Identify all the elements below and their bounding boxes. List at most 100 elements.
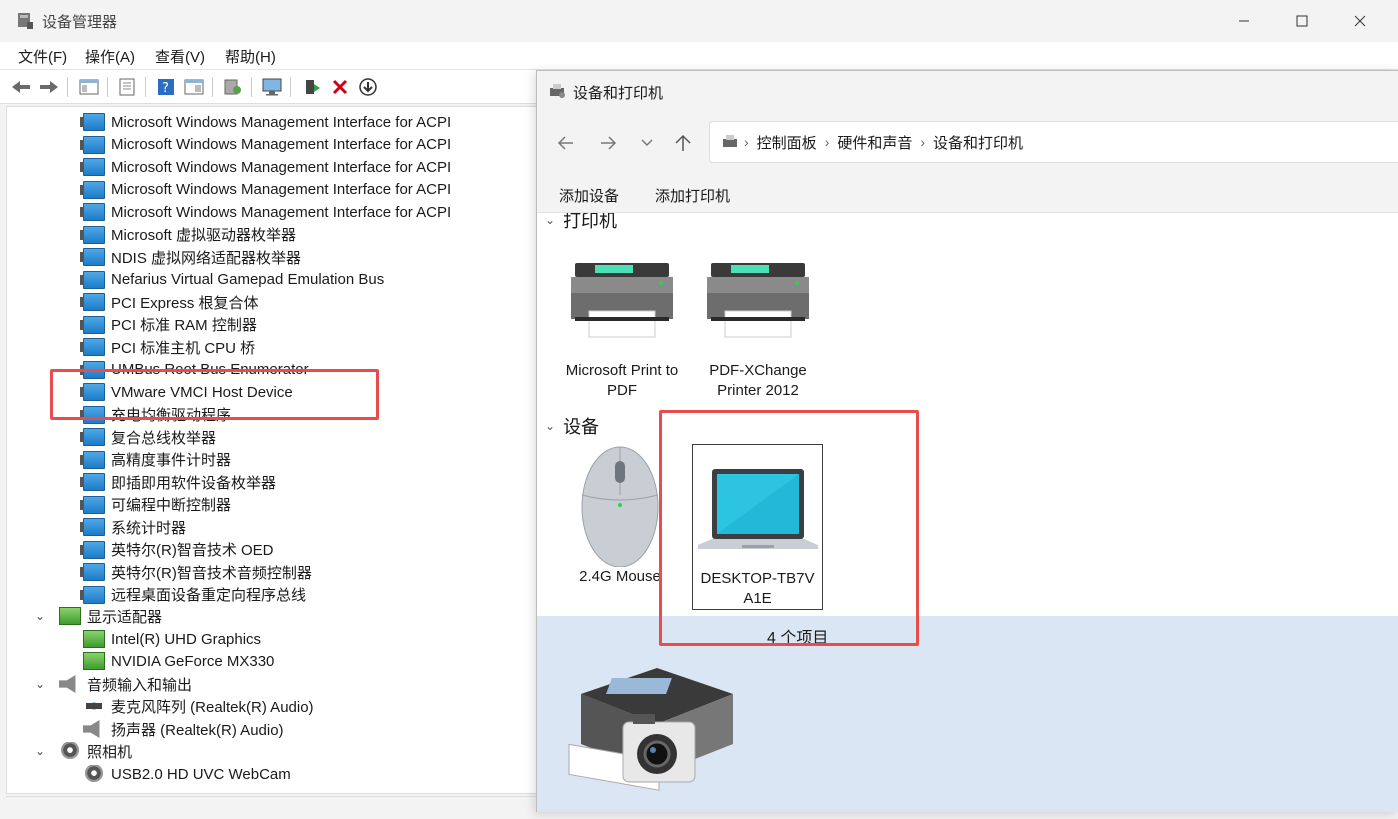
tree-item[interactable]: VMware VMCI Host Device (80, 381, 293, 403)
item-label: DESKTOP-TB7V A1E (700, 570, 815, 607)
device-item-desktop[interactable]: DESKTOP-TB7V A1E (692, 444, 823, 610)
tree-item[interactable]: Microsoft Windows Management Interface f… (80, 134, 451, 156)
tree-item[interactable]: 高精度事件计时器 (80, 449, 231, 471)
window-title: 设备和打印机 (573, 85, 664, 102)
help-icon: ? (158, 79, 174, 96)
navigation-bar: › 控制面板 › 硬件和声音 › 设备和打印机 (537, 111, 1398, 175)
device-tree[interactable]: Microsoft Windows Management Interface f… (6, 106, 538, 794)
tree-item[interactable]: PCI 标准主机 CPU 桥 (80, 336, 255, 358)
maximize-button[interactable] (1273, 0, 1331, 42)
device-item-mouse[interactable]: 2.4G Mouse (555, 445, 685, 595)
back-button[interactable] (553, 131, 577, 155)
tree-item[interactable]: Microsoft Windows Management Interface f… (80, 111, 451, 133)
tree-item[interactable]: Microsoft Windows Management Interface f… (80, 156, 451, 178)
system-device-icon (80, 158, 105, 176)
menu-view[interactable]: 查看(V) (155, 46, 205, 67)
tree-item[interactable]: 充电均衡驱动程序 (80, 404, 232, 426)
tree-item-label: Microsoft Windows Management Interface f… (111, 203, 452, 221)
system-device-icon (80, 270, 105, 289)
group-devices-header[interactable]: ⌄ 设备 (545, 413, 599, 439)
laptop-icon (697, 469, 818, 549)
tree-item[interactable]: 麦克风阵列 (Realtek(R) Audio) (83, 695, 314, 717)
address-bar[interactable]: › 控制面板 › 硬件和声音 › 设备和打印机 (709, 121, 1398, 163)
back-button[interactable] (9, 75, 33, 99)
tree-item[interactable]: 复合总线枚举器 (80, 426, 216, 448)
help-button[interactable]: ? (154, 75, 178, 99)
computer-button[interactable] (260, 75, 284, 99)
forward-button[interactable] (37, 75, 61, 99)
add-printer-button[interactable]: 添加打印机 (655, 185, 730, 206)
breadcrumb-devices-printers[interactable]: 设备和打印机 (933, 132, 1023, 153)
title-bar[interactable]: 设备管理器 (0, 0, 1398, 42)
chevron-down-icon[interactable]: ⌄ (35, 744, 49, 758)
system-device-icon (80, 293, 105, 311)
content-area: ⌄ 打印机 Microsoft Print to PDF PDF-XChange… (537, 213, 1398, 616)
printer-icon (571, 263, 673, 338)
devices-printers-large-icon (568, 668, 733, 791)
title-bar[interactable]: 设备和打印机 (537, 71, 1398, 111)
disable-device-button[interactable] (356, 75, 380, 99)
scan-hardware-button[interactable] (221, 75, 245, 99)
chevron-down-icon[interactable]: ⌄ (545, 213, 555, 227)
tree-item[interactable]: 可编程中断控制器 (80, 494, 231, 516)
system-device-icon (80, 540, 105, 559)
system-device-icon (80, 315, 105, 334)
tree-item[interactable]: 英特尔(R)智音技术 OED (80, 539, 274, 561)
tree-item[interactable]: Microsoft Windows Management Interface f… (80, 201, 452, 223)
tree-item[interactable]: Microsoft 虚拟驱动器枚举器 (80, 224, 296, 246)
tree-item-label: Intel(R) UHD Graphics (111, 630, 262, 648)
update-driver-button[interactable] (300, 75, 324, 99)
tree-item[interactable]: NDIS 虚拟网络适配器枚举器 (80, 246, 301, 268)
category-display-adapters[interactable]: ⌄ 显示适配器 (35, 605, 162, 627)
breadcrumb-control-panel[interactable]: 控制面板 (757, 132, 817, 153)
chevron-down-icon[interactable]: ⌄ (35, 609, 49, 623)
mouse-icon (581, 446, 659, 568)
category-label: 显示适配器 (87, 608, 163, 626)
up-button[interactable] (671, 131, 695, 155)
properties-button[interactable] (115, 75, 139, 99)
tree-item-label: 系统计时器 (111, 519, 187, 537)
tree-item[interactable]: 远程桌面设备重定向程序总线 (80, 584, 306, 606)
webcam-icon (59, 742, 81, 760)
tree-item[interactable]: USB2.0 HD UVC WebCam (83, 763, 291, 785)
tree-item[interactable]: 扬声器 (Realtek(R) Audio) (83, 718, 284, 740)
group-printers-header[interactable]: ⌄ 打印机 (545, 213, 617, 233)
tree-item-label: PCI Express 根复合体 (111, 294, 259, 312)
forward-button[interactable] (597, 131, 621, 155)
printer-item-microsoft-print-to-pdf[interactable]: Microsoft Print to PDF (557, 263, 687, 403)
chevron-down-icon[interactable]: ⌄ (35, 677, 49, 691)
view-button[interactable] (182, 75, 206, 99)
tree-item[interactable]: 即插即用软件设备枚举器 (80, 471, 276, 493)
tree-item[interactable]: UMBus Root Bus Enumerator (80, 359, 309, 381)
system-device-icon (80, 113, 105, 131)
devices-printers-small-icon (723, 135, 737, 147)
tree-item[interactable]: Intel(R) UHD Graphics (83, 628, 261, 650)
tree-item[interactable]: PCI 标准 RAM 控制器 (80, 314, 257, 336)
tree-item[interactable]: Microsoft Windows Management Interface f… (80, 179, 451, 201)
printer-item-pdf-xchange[interactable]: PDF-XChange Printer 2012 (693, 263, 823, 403)
menu-help[interactable]: 帮助(H) (225, 46, 276, 67)
menu-file[interactable]: 文件(F) (18, 46, 67, 67)
tree-item[interactable]: Nefarius Virtual Gamepad Emulation Bus (80, 269, 384, 291)
group-label: 打印机 (563, 213, 618, 231)
menu-action[interactable]: 操作(A) (85, 46, 135, 67)
add-device-button[interactable]: 添加设备 (559, 185, 619, 206)
show-hide-console-tree-button[interactable] (77, 75, 101, 99)
category-cameras[interactable]: ⌄ 照相机 (35, 740, 132, 762)
toolbar-separator (145, 77, 146, 97)
category-audio-io[interactable]: ⌄ 音频输入和输出 (35, 673, 192, 695)
tree-item-label: 麦克风阵列 (Realtek(R) Audio) (111, 698, 314, 716)
tree-item[interactable]: 英特尔(R)智音技术音频控制器 (80, 561, 312, 583)
microphone-array-icon (83, 697, 105, 715)
uninstall-device-button[interactable] (328, 75, 352, 99)
recent-locations-button[interactable] (635, 131, 659, 155)
minimize-button[interactable] (1215, 0, 1273, 42)
tree-item[interactable]: NVIDIA GeForce MX330 (83, 650, 274, 672)
tree-item-label: 英特尔(R)智音技术 OED (111, 542, 274, 559)
tree-item[interactable]: PCI Express 根复合体 (80, 291, 259, 313)
tree-item-label: 充电均衡驱动程序 (111, 407, 232, 424)
tree-item[interactable]: 系统计时器 (80, 516, 187, 538)
close-button[interactable] (1331, 0, 1389, 42)
chevron-down-icon[interactable]: ⌄ (545, 419, 555, 433)
breadcrumb-hardware-sound[interactable]: 硬件和声音 (837, 132, 912, 153)
